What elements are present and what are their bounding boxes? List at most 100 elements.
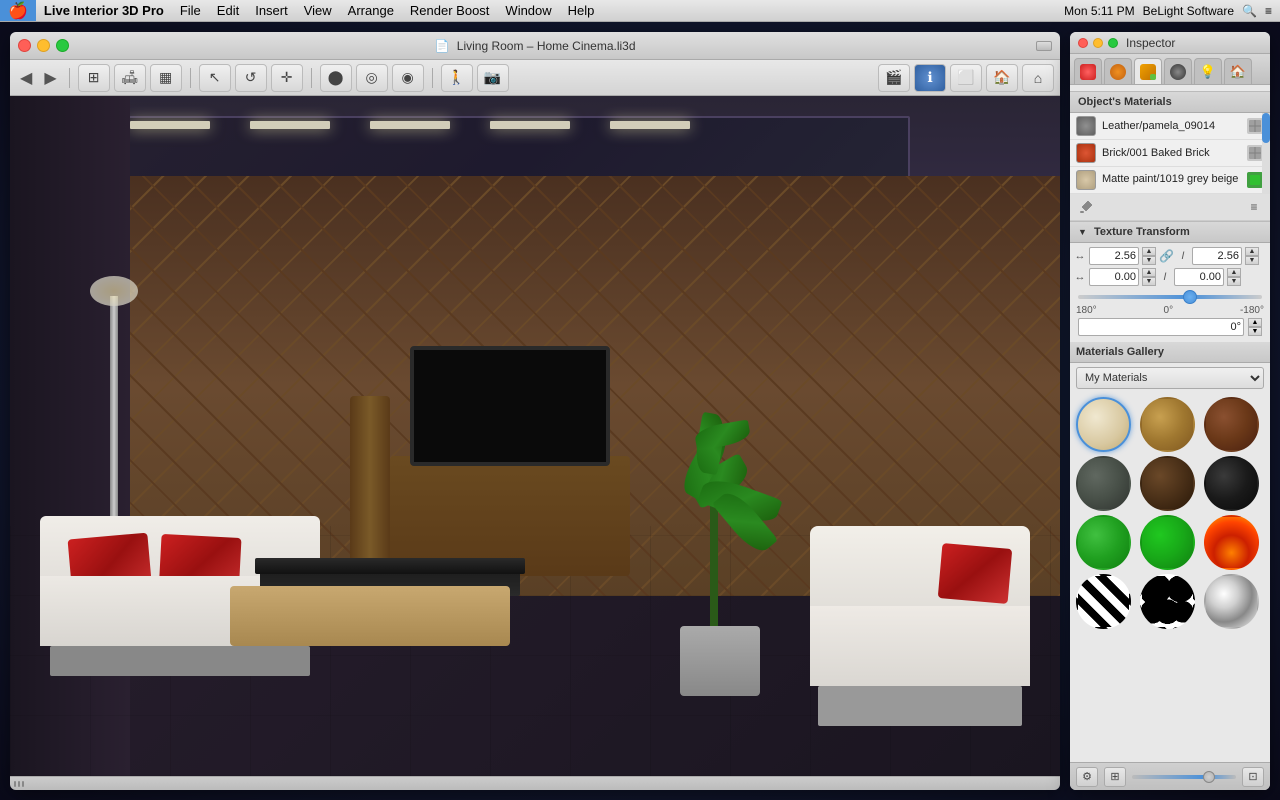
materials-list: Leather/pamela_09014 Brick/001 Baked Bri… (1070, 113, 1270, 194)
minimize-button[interactable] (37, 39, 50, 52)
material-thumb-forest-green[interactable] (1140, 515, 1195, 570)
material-thumb-dalmatian[interactable] (1140, 574, 1195, 629)
select-button[interactable]: ↖ (199, 64, 231, 92)
viewport[interactable] (10, 96, 1060, 776)
help-menu[interactable]: Help (560, 0, 603, 21)
camera-button[interactable]: 📷 (477, 64, 509, 92)
materials-scrollbar-thumb[interactable] (1262, 113, 1270, 143)
width-stepper[interactable]: ▲ ▼ (1142, 247, 1156, 265)
render-boost-menu[interactable]: Render Boost (402, 0, 498, 21)
offset-x-stepper[interactable]: ▲ ▼ (1142, 268, 1156, 286)
inspector-add-button[interactable]: ⊞ (1104, 767, 1126, 787)
objects-materials-header: Object's Materials (1070, 91, 1270, 113)
arrange-menu[interactable]: Arrange (340, 0, 402, 21)
height-increment[interactable]: ▲ (1245, 247, 1259, 256)
angle-input-row: ▲ ▼ (1074, 316, 1266, 338)
material-thumb-black[interactable] (1204, 456, 1259, 511)
material-thumb-wood-dark-red[interactable] (1204, 397, 1259, 452)
material-thumb-zebra[interactable] (1076, 574, 1131, 629)
toolbar-separator-2 (190, 68, 191, 88)
inspector-settings-button[interactable]: ⚙ (1076, 767, 1098, 787)
inspector-close-button[interactable] (1078, 38, 1088, 48)
angle-stepper[interactable]: ▲ ▼ (1248, 318, 1262, 336)
size-slider-thumb[interactable] (1203, 771, 1215, 783)
toolbar-separator-1 (69, 68, 70, 88)
texture-offset-x-input[interactable] (1089, 268, 1139, 286)
home-button[interactable]: ⌂ (1022, 64, 1054, 92)
tab-properties[interactable] (1074, 58, 1102, 84)
3d-view-button[interactable]: 🏠 (986, 64, 1018, 92)
angle-increment[interactable]: ▲ (1248, 318, 1262, 327)
angle-input[interactable] (1078, 318, 1244, 336)
file-menu[interactable]: File (172, 0, 209, 21)
apple-menu[interactable]: 🍎 (0, 0, 36, 21)
leather-label: Leather/pamela_09014 (1102, 120, 1215, 132)
close-button[interactable] (18, 39, 31, 52)
rotate-button[interactable]: ↺ (235, 64, 267, 92)
move-button[interactable]: ✛ (271, 64, 303, 92)
menu-extra-icon[interactable]: ≡ (1265, 4, 1272, 18)
inspector-body[interactable]: Object's Materials Leather/pamela_09014 (1070, 85, 1270, 762)
search-icon[interactable]: 🔍 (1242, 4, 1257, 18)
texture-width-input[interactable] (1089, 247, 1139, 265)
floorplan-view-button[interactable]: ⬜ (950, 64, 982, 92)
render-button[interactable]: 🎬 (878, 64, 910, 92)
tab-texture[interactable] (1164, 58, 1192, 84)
materials-scrollbar[interactable] (1262, 113, 1270, 194)
material-thumb-mossy[interactable] (1076, 456, 1131, 511)
view-menu[interactable]: View (296, 0, 340, 21)
statusbar-handle[interactable] (14, 781, 34, 787)
material-thumb-chrome[interactable] (1204, 574, 1259, 629)
point-light-button[interactable]: ◎ (356, 64, 388, 92)
material-thumb-wood-light[interactable] (1140, 397, 1195, 452)
window-menu[interactable]: Window (497, 0, 559, 21)
angle-slider-thumb[interactable] (1183, 290, 1197, 304)
material-item-paint[interactable]: Matte paint/1019 grey beige (1070, 167, 1270, 194)
texture-offset-y-input[interactable] (1174, 268, 1224, 286)
app-name-menu[interactable]: Live Interior 3D Pro (36, 0, 172, 21)
offset-x-increment[interactable]: ▲ (1142, 268, 1156, 277)
offset-y-increment[interactable]: ▲ (1227, 268, 1241, 277)
material-thumb-cream[interactable] (1076, 397, 1131, 452)
tab-materials[interactable] (1104, 58, 1132, 84)
eyedropper-icon[interactable] (1076, 197, 1096, 217)
spot-light-button[interactable]: ◉ (392, 64, 424, 92)
back-button[interactable]: ◀ (16, 68, 36, 88)
tab-paint[interactable] (1134, 58, 1162, 84)
floor-plan-button[interactable]: ⊞ (78, 64, 110, 92)
furniture-button[interactable]: 🛋 (114, 64, 146, 92)
width-decrement[interactable]: ▼ (1142, 256, 1156, 265)
width-increment[interactable]: ▲ (1142, 247, 1156, 256)
offset-y-decrement[interactable]: ▼ (1227, 277, 1241, 286)
inspector-maximize-button[interactable] (1108, 38, 1118, 48)
texture-height-input[interactable] (1192, 247, 1242, 265)
inspector-size-slider[interactable] (1132, 775, 1236, 779)
inspector-view-button[interactable]: ⊡ (1242, 767, 1264, 787)
link-icon[interactable]: 🔗 (1159, 249, 1174, 263)
material-thumb-fire[interactable] (1204, 515, 1259, 570)
angle-slider[interactable] (1078, 295, 1262, 299)
info-button[interactable]: ℹ (914, 64, 946, 92)
height-decrement[interactable]: ▼ (1245, 256, 1259, 265)
inspector-minimize-button[interactable] (1093, 38, 1103, 48)
material-item-leather[interactable]: Leather/pamela_09014 (1070, 113, 1270, 140)
material-thumb-dark-brown[interactable] (1140, 456, 1195, 511)
tab-architecture[interactable]: 🏠 (1224, 58, 1252, 84)
paint-button[interactable]: ⬤ (320, 64, 352, 92)
maximize-button[interactable] (56, 39, 69, 52)
height-stepper[interactable]: ▲ ▼ (1245, 247, 1259, 265)
material-item-brick[interactable]: Brick/001 Baked Brick (1070, 140, 1270, 167)
forward-button[interactable]: ▶ (40, 68, 60, 88)
walk-button[interactable]: 🚶 (441, 64, 473, 92)
insert-menu[interactable]: Insert (247, 0, 296, 21)
view-mode-button[interactable]: ▦ (150, 64, 182, 92)
offset-x-decrement[interactable]: ▼ (1142, 277, 1156, 286)
angle-decrement[interactable]: ▼ (1248, 327, 1262, 336)
edit-menu[interactable]: Edit (209, 0, 247, 21)
window-resize-button[interactable] (1036, 41, 1052, 51)
material-thumb-bright-green[interactable] (1076, 515, 1131, 570)
gallery-dropdown[interactable]: My Materials Standard Custom (1076, 367, 1264, 389)
offset-y-stepper[interactable]: ▲ ▼ (1227, 268, 1241, 286)
tab-light[interactable]: 💡 (1194, 58, 1222, 84)
menu-icon[interactable]: ≡ (1244, 197, 1264, 217)
